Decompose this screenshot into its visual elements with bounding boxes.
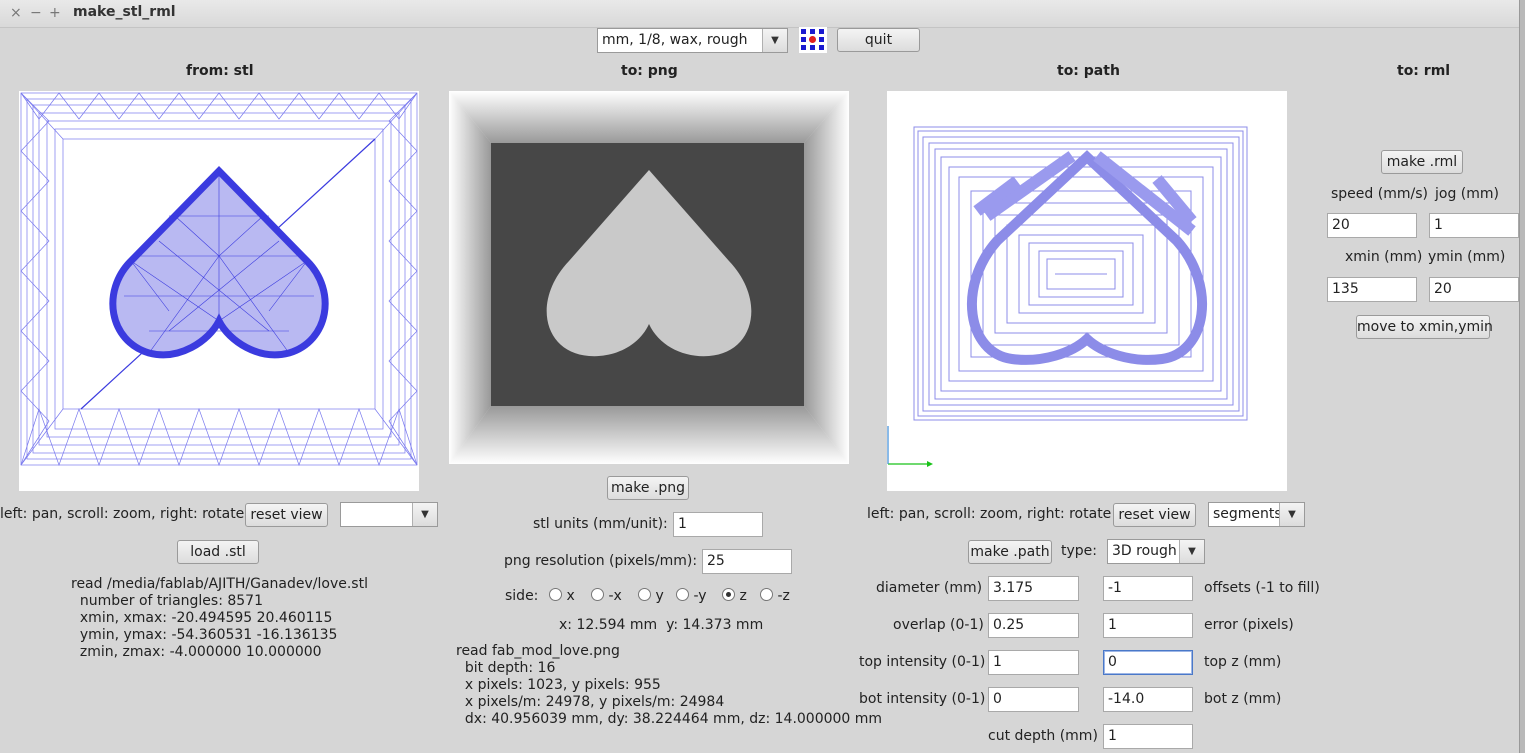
top-intensity-input[interactable]: 1 [988,650,1079,675]
fab-logo-icon [799,27,827,53]
overlap-input[interactable]: 0.25 [988,613,1079,638]
diameter-label: diameter (mm) [876,580,983,596]
side-radio-neg-y[interactable]: -y [676,588,707,604]
stl-info-line: zmin, zmax: -4.000000 10.000000 [71,644,322,660]
minimize-window-icon[interactable]: − [30,5,42,21]
side-radio-label: -y [693,588,707,604]
side-radio-label: -x [608,588,622,604]
speed-input[interactable]: 20 [1327,213,1417,238]
stl-view-select[interactable]: ▼ [340,502,438,527]
path-type-label: type: [1061,543,1097,559]
radio-icon [591,588,604,601]
window-title: make_stl_rml [73,4,176,20]
stl-info-line: read /media/fablab/AJITH/Ganadev/love.st… [71,576,368,592]
move-to-xmin-ymin-button[interactable]: move to xmin,ymin [1356,315,1493,339]
error-label: error (pixels) [1204,617,1294,633]
radio-icon [760,588,773,601]
cut-depth-label: cut depth (mm) [988,728,1098,744]
side-radio-label: x [566,588,575,604]
path-reset-view-button[interactable]: reset view [1113,503,1196,527]
radio-icon [638,588,651,601]
png-size-text: x: 12.594 mm y: 14.373 mm [559,617,764,633]
path-view-select[interactable]: segments ▼ [1208,502,1305,527]
path-type-select-value: 3D rough [1112,543,1177,559]
png-panel-header: to: png [621,63,678,79]
bot-z-label: bot z (mm) [1204,691,1282,707]
error-input[interactable]: 1 [1103,613,1193,638]
side-radio-z[interactable]: z [722,588,747,604]
path-type-select[interactable]: 3D rough ▼ [1107,539,1205,564]
png-info-line: bit depth: 16 [456,660,556,676]
jog-input[interactable]: 1 [1429,213,1519,238]
side-radio-label: y [655,588,664,604]
top-intensity-label: top intensity (0-1) [859,654,986,670]
chevron-down-icon: ▼ [762,29,787,52]
cut-depth-input[interactable]: 1 [1103,724,1193,749]
radio-icon [676,588,689,601]
overlap-label: overlap (0-1) [893,617,984,633]
png-preview-canvas [449,91,849,464]
png-resolution-label: png resolution (pixels/mm): [504,553,698,569]
ymin-input[interactable]: 20 [1429,277,1519,302]
xmin-label: xmin (mm) [1345,249,1423,265]
png-info-line: read fab_mod_love.png [456,643,620,659]
side-radio-label: -z [777,588,790,604]
bot-z-input[interactable]: -14.0 [1103,687,1193,712]
chevron-down-icon: ▼ [412,503,437,526]
diameter-input[interactable]: 3.175 [988,576,1079,601]
window-right-edge [1519,0,1525,753]
load-stl-button[interactable]: load .stl [177,540,259,564]
stl-units-input[interactable]: 1 [673,512,763,537]
stl-reset-view-button[interactable]: reset view [245,503,328,527]
radio-icon [549,588,562,601]
png-info-line: x pixels/m: 24978, y pixels/m: 24984 [456,694,725,710]
close-window-icon[interactable]: × [10,5,22,21]
png-info-line: x pixels: 1023, y pixels: 955 [456,677,661,693]
ymin-label: ymin (mm) [1428,249,1506,265]
rml-panel-header: to: rml [1397,63,1451,79]
stl-units-label: stl units (mm/unit): [533,516,668,532]
offsets-input[interactable]: -1 [1103,576,1193,601]
make-path-button[interactable]: make .path [968,540,1052,564]
bot-intensity-input[interactable]: 0 [988,687,1079,712]
top-z-input[interactable]: 0 [1103,650,1193,675]
side-radio-y[interactable]: y [638,588,664,604]
stl-info-line: number of triangles: 8571 [71,593,264,609]
speed-label: speed (mm/s) [1331,186,1428,202]
side-radio-label: z [739,588,747,604]
toolpath-canvas[interactable] [887,91,1287,491]
stl-panel-header: from: stl [186,63,254,79]
chevron-down-icon: ▼ [1279,503,1304,526]
bot-intensity-label: bot intensity (0-1) [859,691,986,707]
quit-button[interactable]: quit [837,28,920,52]
xmin-input[interactable]: 135 [1327,277,1417,302]
offsets-label: offsets (-1 to fill) [1204,580,1320,596]
path-panel-header: to: path [1057,63,1120,79]
maximize-window-icon[interactable]: + [49,5,61,21]
side-label: side: [505,588,539,604]
chevron-down-icon: ▼ [1179,540,1204,563]
side-radio-x[interactable]: x [549,588,575,604]
side-radio-neg-z[interactable]: -z [760,588,790,604]
top-z-label: top z (mm) [1204,654,1282,670]
png-info-text: read fab_mod_love.png bit depth: 16 x pi… [456,643,882,728]
png-resolution-input[interactable]: 25 [702,549,792,574]
jog-label: jog (mm) [1435,186,1499,202]
stl-info-line: xmin, xmax: -20.494595 20.460115 [71,610,333,626]
side-radio-neg-x[interactable]: -x [591,588,622,604]
png-info-line: dx: 40.956039 mm, dy: 38.224464 mm, dz: … [456,711,883,727]
make-png-button[interactable]: make .png [607,476,689,500]
preset-select-value: mm, 1/8, wax, rough [602,32,748,48]
stl-info-text: read /media/fablab/AJITH/Ganadev/love.st… [71,576,368,661]
make-rml-button[interactable]: make .rml [1381,150,1463,174]
title-bar [0,0,1519,28]
stl-info-line: ymin, ymax: -54.360531 -16.136135 [71,627,338,643]
preset-select[interactable]: mm, 1/8, wax, rough ▼ [597,28,788,53]
radio-selected-icon [722,588,735,601]
path-view-select-value: segments [1213,506,1282,522]
stl-mesh-canvas[interactable] [19,91,419,491]
stl-view-hint: left: pan, scroll: zoom, right: rotate [0,506,245,522]
path-view-hint: left: pan, scroll: zoom, right: rotate [867,506,1112,522]
